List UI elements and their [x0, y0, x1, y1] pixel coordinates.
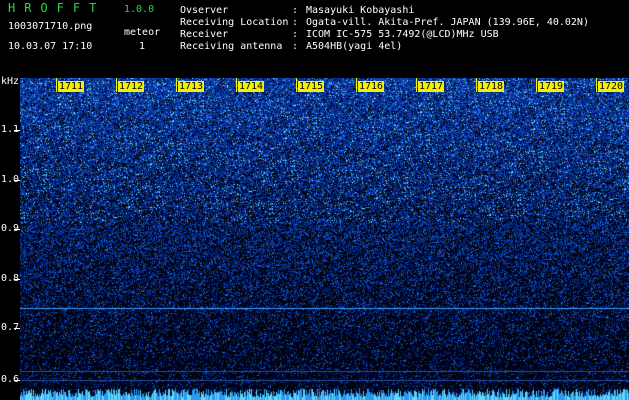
time-tick: [56, 78, 57, 92]
meteor-count: 1: [139, 41, 146, 52]
spectrogram-canvas: [20, 78, 629, 400]
receiver-value: ICOM IC-575 53.7492(@LCD)MHz USB: [306, 29, 499, 40]
freq-tick: [14, 130, 20, 131]
time-label: 1720: [598, 81, 625, 92]
observer-value: Masayuki Kobayashi: [306, 5, 415, 16]
time-label: 1717: [418, 81, 445, 92]
header-panel: HROFFT 1.0.0 1003071710.png meteor 10.03…: [0, 0, 629, 78]
capture-datetime: 10.03.07 17:10: [8, 41, 93, 52]
app-title: HROFFT: [8, 1, 106, 15]
frequency-axis: kHz 1.1 1.0 0.9 0.8 0.7 0.6: [0, 76, 20, 400]
location-value: Ogata-vill. Akita-Pref. JAPAN (139.96E, …: [306, 17, 589, 28]
location-key: Receiving Location: [180, 17, 289, 28]
time-tick: [236, 78, 237, 92]
freq-tick: [14, 180, 20, 181]
spectrogram: [20, 78, 629, 400]
time-tick: [536, 78, 537, 92]
observer-key: Ovserver: [180, 5, 229, 16]
time-label: 1716: [358, 81, 385, 92]
antenna-sep: :: [292, 41, 299, 52]
antenna-value: A504HB(yagi 4el): [306, 41, 403, 52]
receiver-sep: :: [292, 29, 299, 40]
freq-tick: [14, 328, 20, 329]
freq-tick: [14, 380, 20, 381]
time-tick: [176, 78, 177, 92]
time-tick: [476, 78, 477, 92]
time-tick: [116, 78, 117, 92]
antenna-key: Receiving antenna: [180, 41, 283, 52]
location-sep: :: [292, 17, 299, 28]
freq-tick: [14, 279, 20, 280]
file-name: 1003071710.png: [8, 21, 93, 32]
time-label: 1713: [178, 81, 205, 92]
time-tick: [296, 78, 297, 92]
time-label: 1718: [478, 81, 505, 92]
receiver-key: Receiver: [180, 29, 229, 40]
time-tick: [356, 78, 357, 92]
meteor-label: meteor: [124, 27, 161, 38]
time-label: 1714: [238, 81, 265, 92]
time-label: 1715: [298, 81, 325, 92]
time-label: 1711: [58, 81, 85, 92]
observer-sep: :: [292, 5, 299, 16]
time-tick: [416, 78, 417, 92]
frequency-unit: kHz: [1, 76, 20, 87]
time-label: 1719: [538, 81, 565, 92]
time-label: 1712: [118, 81, 145, 92]
app-version: 1.0.0: [124, 4, 155, 15]
freq-tick: [14, 229, 20, 230]
time-tick: [596, 78, 597, 92]
